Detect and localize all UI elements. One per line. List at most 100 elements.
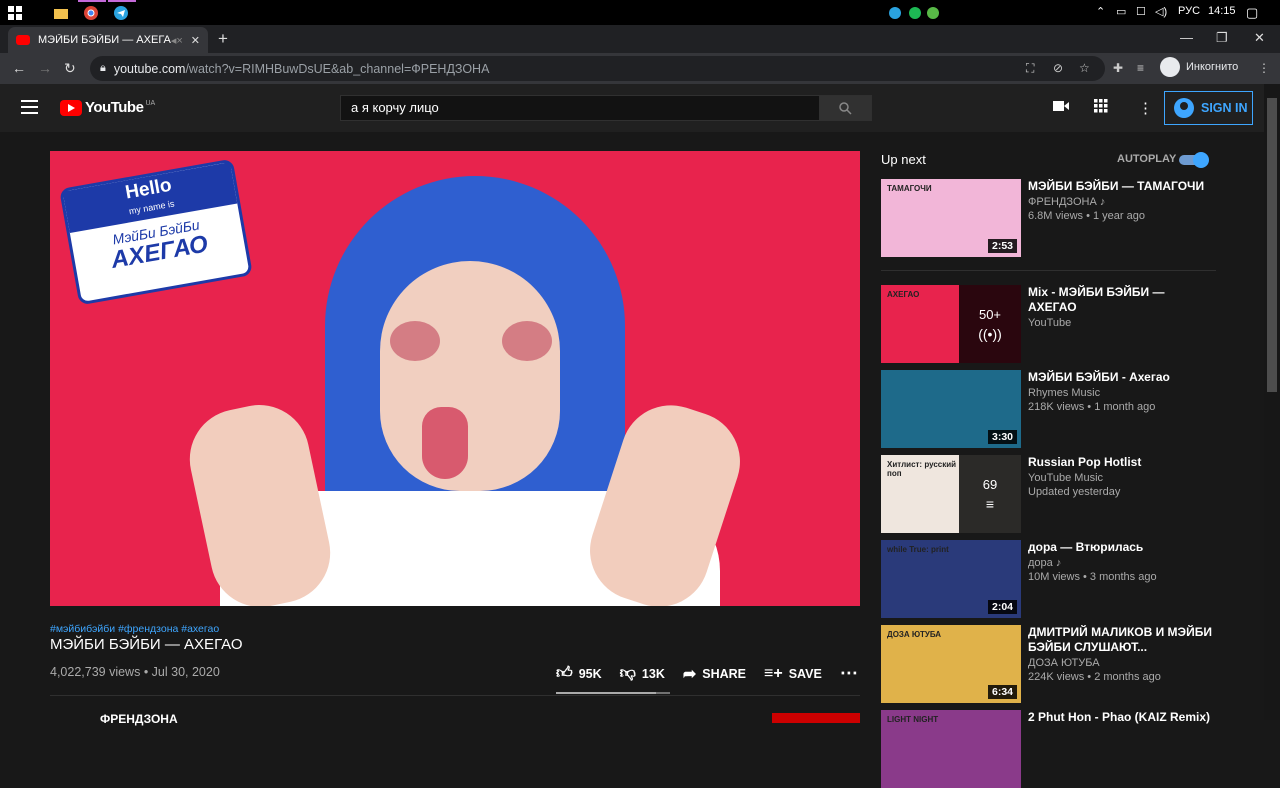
up-next-item[interactable]: ДОЗА ЮТУБА 6:34 ДМИТРИЙ МАЛИКОВ И МЭЙБИ БЭ… bbox=[881, 625, 1216, 703]
video-title: МЭЙБИ БЭЙБИ — АХЕГАО bbox=[50, 636, 243, 653]
thumbnail-cheek bbox=[502, 321, 552, 361]
reload-icon[interactable]: ↻ bbox=[64, 60, 76, 77]
close-window-icon[interactable]: ✕ bbox=[1254, 30, 1265, 46]
up-next-title: Mix - МЭЙБИ БЭЙБИ — АХЕГАО bbox=[1028, 285, 1165, 314]
playlist-add-icon: ≡+ bbox=[764, 664, 783, 682]
up-next-info: 2 Phut Hon - Phao (KAIZ Remix) bbox=[1028, 710, 1216, 725]
video-hashtags[interactable]: #мэйбибэйби #френдзона #ахегао bbox=[50, 623, 219, 635]
utorrent-tray-icon[interactable] bbox=[924, 4, 942, 22]
up-next-title: МЭЙБИ БЭЙБИ - Ахегао bbox=[1028, 370, 1170, 384]
up-next-item[interactable]: 3:30 МЭЙБИ БЭЙБИ - Ахегао Rhymes Music 218K… bbox=[881, 370, 1216, 448]
up-next-channel[interactable]: ФРЕНДЗОНА ♪ bbox=[1028, 196, 1216, 208]
apps-grid-icon[interactable] bbox=[1094, 99, 1108, 117]
youtube-logo[interactable]: YouTube UA bbox=[60, 99, 155, 116]
like-button[interactable]: 👍︎ 95K bbox=[556, 664, 602, 683]
up-next-meta: Updated yesterday bbox=[1028, 486, 1121, 498]
thumbs-down-icon: 👎︎ bbox=[619, 665, 636, 682]
thumbnail-text: while True: print bbox=[887, 545, 949, 554]
minimize-icon[interactable]: — bbox=[1180, 30, 1193, 45]
browser-tab-strip: МЭЙБИ БЭЙБИ — АХЕГАО ◂× ✕ + bbox=[0, 25, 1280, 53]
back-arrow-icon[interactable]: ← bbox=[12, 60, 26, 76]
browser-menu-icon[interactable]: ⋮ bbox=[1258, 61, 1270, 75]
video-player[interactable]: Hello my name is МэйБи БэйБи АХЕГАО bbox=[50, 151, 860, 606]
video-thumbnail[interactable]: Хитлист: русский поп 69 ≡ bbox=[881, 455, 1021, 533]
telegram-icon[interactable] bbox=[112, 4, 130, 22]
up-next-channel[interactable]: YouTube bbox=[1028, 317, 1216, 329]
page-scrollbar[interactable] bbox=[1264, 84, 1280, 720]
subscribe-button[interactable] bbox=[772, 713, 860, 723]
translate-icon[interactable]: ⛶ bbox=[1026, 61, 1034, 76]
video-thumbnail[interactable]: LIGHT NIGHT bbox=[881, 710, 1021, 788]
more-actions-button[interactable]: ⋯ bbox=[840, 663, 864, 684]
share-button[interactable]: ➦ SHARE bbox=[683, 664, 746, 684]
sign-in-label: SIGN IN bbox=[1201, 101, 1248, 115]
up-next-item[interactable]: while True: print 2:04 дора — Втюрилась дор… bbox=[881, 540, 1216, 618]
thumbnail-text: ТАМАГОЧИ bbox=[887, 184, 932, 193]
forward-arrow-icon[interactable]: → bbox=[38, 60, 52, 76]
thumbnail-text: ДОЗА ЮТУБА bbox=[887, 630, 942, 639]
new-tab-button[interactable]: + bbox=[218, 29, 228, 49]
dislike-button[interactable]: 👎︎ 13K bbox=[620, 664, 665, 683]
eye-off-icon[interactable]: ⊘ bbox=[1053, 61, 1063, 75]
battery-icon[interactable]: ▭ bbox=[1116, 5, 1126, 18]
share-label: SHARE bbox=[702, 666, 747, 681]
up-next-channel[interactable]: ДОЗА ЮТУБА bbox=[1028, 657, 1216, 669]
save-button[interactable]: ≡+ SAVE bbox=[764, 665, 822, 683]
address-bar[interactable]: 🔒︎ youtube.com/watch?v=RIMHBuwDsUE&ab_ch… bbox=[90, 56, 1105, 81]
bookmark-star-icon[interactable]: ☆ bbox=[1079, 61, 1090, 75]
video-thumbnail[interactable]: ТАМАГОЧИ 2:53 bbox=[881, 179, 1021, 257]
lock-icon[interactable]: 🔒︎ bbox=[100, 62, 106, 75]
up-next-info: Russian Pop Hotlist YouTube Music Updated … bbox=[1028, 455, 1216, 498]
clock[interactable]: 14:15 bbox=[1208, 5, 1236, 17]
video-actions: 👍︎ 95K 👎︎ 13K ➦ SHARE ≡+ SAVE ⋯ bbox=[556, 663, 882, 684]
settings-more-icon[interactable]: ⋮ bbox=[1138, 99, 1153, 117]
video-thumbnail[interactable]: АХЕГАО 50+ ((•)) bbox=[881, 285, 1021, 363]
search-input[interactable]: а я корчу лицо bbox=[340, 95, 820, 121]
video-thumbnail[interactable]: while True: print 2:04 bbox=[881, 540, 1021, 618]
language-indicator[interactable]: РУС bbox=[1178, 5, 1200, 17]
audio-muted-icon[interactable]: ◂× bbox=[171, 34, 183, 47]
up-next-channel[interactable]: YouTube Music bbox=[1028, 472, 1216, 484]
media-control-icon[interactable]: ≡ bbox=[1137, 61, 1144, 75]
channel-name[interactable]: ФРЕНДЗОНА bbox=[100, 712, 178, 726]
network-icon[interactable]: ☐ bbox=[1136, 5, 1146, 18]
name-tag-sticker: Hello my name is МэйБи БэйБи АХЕГАО bbox=[59, 158, 253, 306]
browser-tab[interactable]: МЭЙБИ БЭЙБИ — АХЕГАО ◂× ✕ bbox=[8, 27, 208, 53]
create-video-icon[interactable] bbox=[1053, 99, 1069, 116]
scrollbar-thumb[interactable] bbox=[1267, 98, 1277, 392]
maximize-icon[interactable]: ❐ bbox=[1216, 30, 1228, 46]
playlist-overlay: 69 ≡ bbox=[959, 455, 1021, 533]
divider bbox=[881, 270, 1216, 271]
up-next-channel[interactable]: дора ♪ bbox=[1028, 557, 1216, 569]
autoplay-toggle[interactable] bbox=[1179, 152, 1209, 168]
spotify-tray-icon[interactable] bbox=[906, 4, 924, 22]
incognito-indicator[interactable]: Инкогнито bbox=[1160, 57, 1238, 77]
video-thumbnail[interactable]: ДОЗА ЮТУБА 6:34 bbox=[881, 625, 1021, 703]
chrome-icon[interactable] bbox=[82, 4, 100, 22]
close-tab-icon[interactable]: ✕ bbox=[191, 34, 200, 47]
extensions-icon[interactable]: ✚ bbox=[1113, 61, 1123, 75]
up-next-item[interactable]: Хитлист: русский поп 69 ≡ Russian Pop Hotli… bbox=[881, 455, 1216, 533]
sign-in-button[interactable]: SIGN IN bbox=[1164, 91, 1253, 125]
volume-icon[interactable]: ◁) bbox=[1155, 5, 1167, 18]
upload-date: Jul 30, 2020 bbox=[151, 665, 220, 679]
search-button[interactable] bbox=[819, 95, 872, 121]
windows-start-icon[interactable] bbox=[6, 4, 24, 22]
youtube-favicon-icon bbox=[16, 35, 30, 45]
chevron-up-icon[interactable]: ⌃ bbox=[1096, 5, 1105, 18]
telegram-tray-icon[interactable] bbox=[886, 4, 904, 22]
file-explorer-icon[interactable] bbox=[52, 4, 70, 22]
tab-title: МЭЙБИ БЭЙБИ — АХЕГАО bbox=[38, 34, 171, 46]
up-next-item[interactable]: ТАМАГОЧИ 2:53 МЭЙБИ БЭЙБИ — ТАМАГОЧИ ФРЕНДЗ… bbox=[881, 179, 1216, 257]
active-app-indicator bbox=[78, 0, 106, 2]
browser-toolbar: ← → ↻ 🔒︎ youtube.com/watch?v=RIMHBuwDsUE… bbox=[0, 53, 1280, 84]
up-next-info: МЭЙБИ БЭЙБИ — ТАМАГОЧИ ФРЕНДЗОНА ♪ 6.8M vi… bbox=[1028, 179, 1216, 222]
up-next-item[interactable]: АХЕГАО 50+ ((•)) Mix - МЭЙБИ БЭЙБИ — АХЕГАО… bbox=[881, 285, 1216, 363]
mix-radio-icon: ((•)) bbox=[978, 325, 1002, 342]
up-next-item[interactable]: LIGHT NIGHT 2 Phut Hon - Phao (KAIZ Remix… bbox=[881, 710, 1216, 788]
up-next-channel[interactable]: Rhymes Music bbox=[1028, 387, 1216, 399]
thumbnail-tongue bbox=[422, 407, 468, 479]
notifications-icon[interactable]: ▢ bbox=[1246, 5, 1258, 21]
menu-icon[interactable] bbox=[21, 100, 38, 114]
video-thumbnail[interactable]: 3:30 bbox=[881, 370, 1021, 448]
